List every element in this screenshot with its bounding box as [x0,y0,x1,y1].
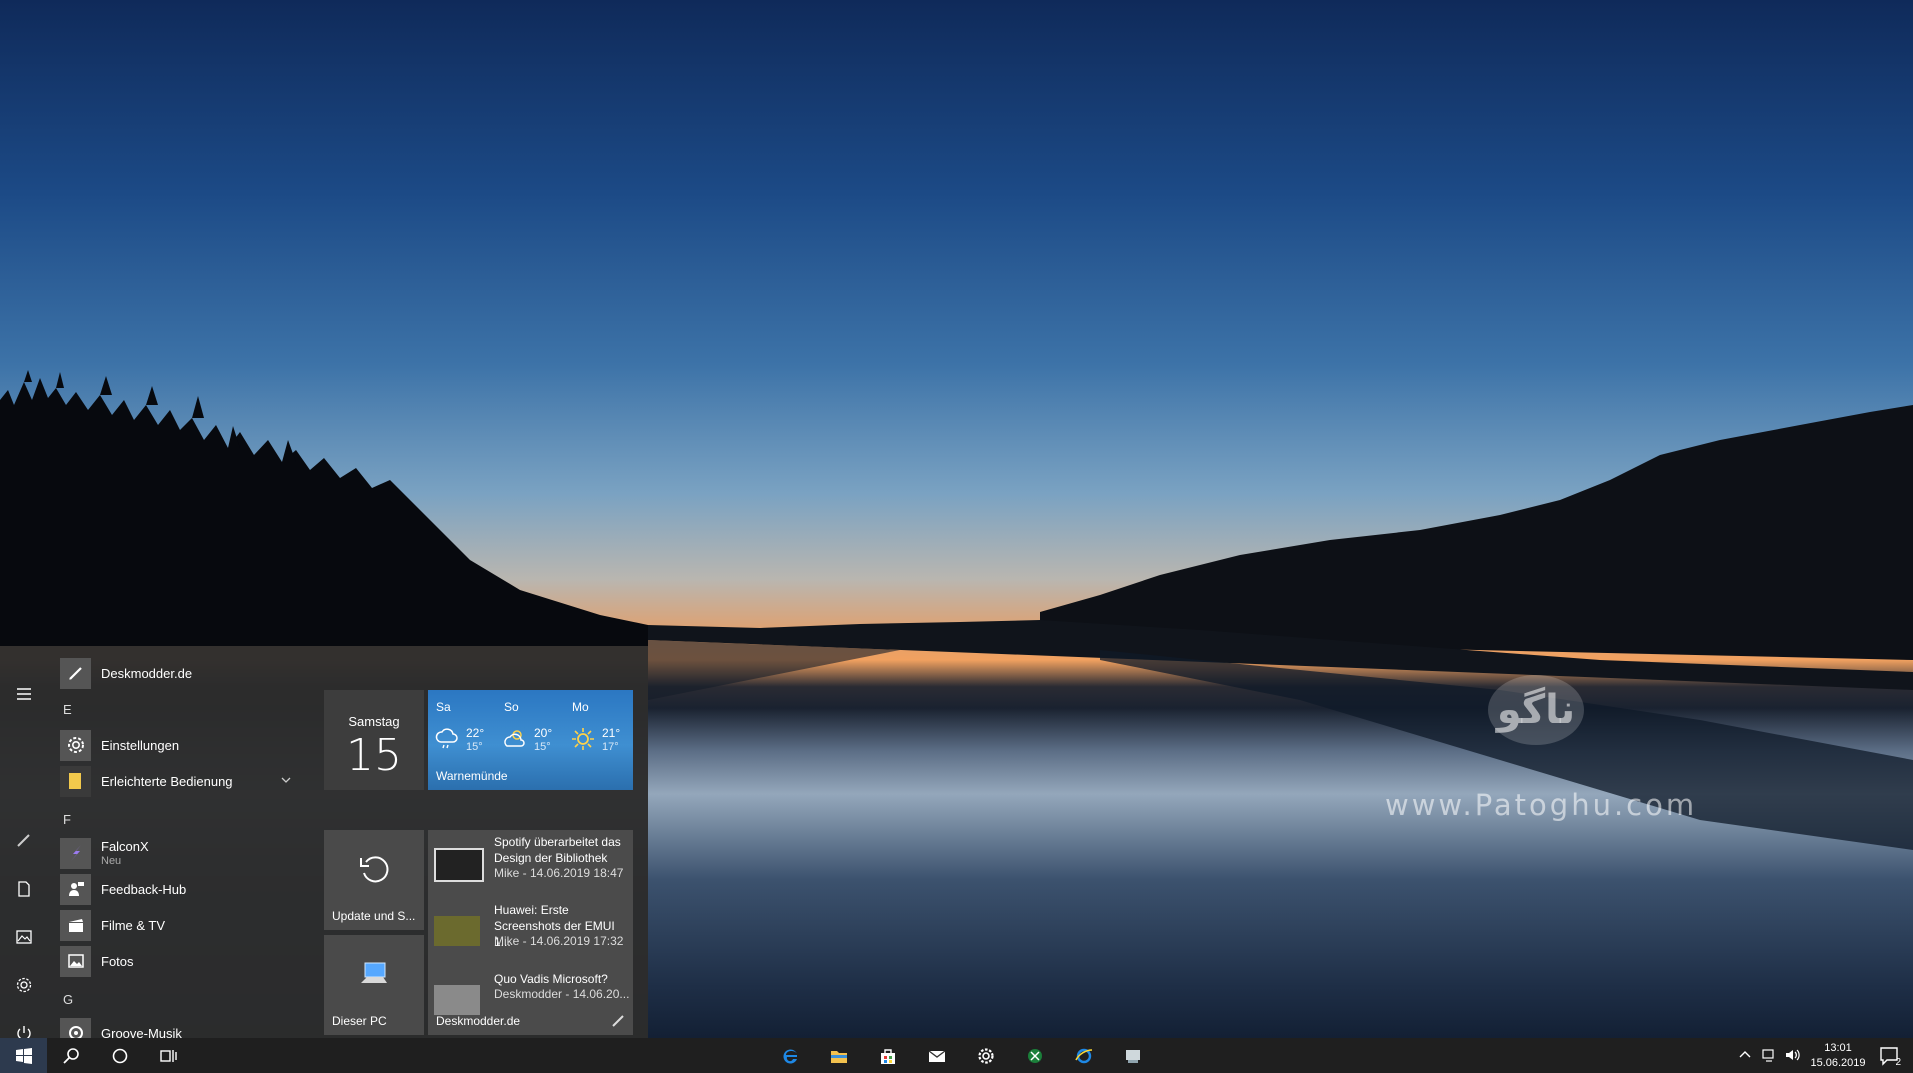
news-thumbnail [434,848,484,882]
settings-gear-icon[interactable] [0,965,48,1005]
weather-high: 20° [534,726,553,740]
this-pc-label: Dieser PC [332,1014,387,1028]
calendar-day: Samstag [348,714,400,729]
chevron-up-icon[interactable] [1737,1047,1753,1063]
weather-low: 17° [602,741,619,753]
letter-header-g[interactable]: G [63,992,73,1007]
app-item-filme-tv[interactable]: Filme & TV [60,907,310,943]
clock-date: 15.06.2019 [1810,1057,1866,1069]
volume-icon[interactable] [1784,1047,1800,1063]
photos-icon [60,945,91,977]
letter-header-f[interactable]: F [63,812,71,827]
weather-tile[interactable]: Sa 22° 15° So 20° 15° Mo 21° 17° Warnemü… [428,690,633,790]
app-label: Einstellungen [101,737,180,753]
app-item-groove-musik[interactable]: Groove-Musik [60,1015,310,1038]
app-item-fotos[interactable]: Fotos [60,943,310,979]
news-meta: Mike - 14.06.2019 18:47 [494,866,624,880]
film-icon [60,909,91,941]
news-title: Spotify überarbeitet das Design der Bibl… [494,835,621,865]
partly-cloudy-icon [504,730,525,747]
this-pc-tile[interactable]: Dieser PC [324,935,424,1035]
app-label: Deskmodder.de [101,665,193,681]
app-label: Feedback-Hub [101,881,187,897]
folder-icon [60,765,91,797]
news-source: Deskmodder.de [436,1014,521,1028]
app-label: Erleichterte Bedienung [101,773,233,789]
chevron-down-icon[interactable] [280,774,292,786]
news-meta: Mike - 14.06.2019 17:32 [494,934,624,948]
pictures-icon[interactable] [0,917,48,957]
file-explorer-icon[interactable] [815,1038,862,1073]
start-menu: Deskmodder.de E Einstellungen Erleichter… [0,646,648,1041]
settings-icon[interactable] [962,1038,1009,1073]
internet-explorer-icon[interactable] [1060,1038,1107,1073]
search-icon[interactable] [48,1038,95,1073]
app-label: Filme & TV [101,917,166,933]
app-label: FalconX [101,839,149,854]
letter-header-e[interactable]: E [63,702,72,717]
watermark-url: www.Patoghu.com [1385,788,1698,822]
taskbar: 13:01 15.06.2019 2 [0,1038,1913,1073]
pen-icon [612,1015,624,1027]
weather-day-name: So [504,700,519,714]
sun-icon [572,728,594,750]
update-tile-label: Update und S... [332,909,416,923]
app-list: Deskmodder.de E Einstellungen Erleichter… [60,646,310,1038]
cloud-rain-icon [435,728,458,749]
app-label: Fotos [101,953,134,969]
app-item-falconx[interactable]: FalconX Neu [60,835,310,871]
news-item[interactable]: Huawei: Erste Screenshots der EMUI 1... … [434,902,630,960]
news-tile[interactable]: Spotify überarbeitet das Design der Bibl… [428,830,633,1035]
news-title: Quo Vadis Microsoft? [494,972,608,986]
clock-time: 13:01 [1824,1042,1852,1054]
weather-low: 15° [534,741,551,753]
hamburger-menu-icon[interactable] [0,674,48,714]
pen-icon[interactable] [0,820,48,860]
falcon-icon [60,837,91,869]
update-tile[interactable]: Update und S... [324,830,424,930]
app-icon[interactable] [1109,1038,1156,1073]
windows-start-icon[interactable] [0,1038,47,1073]
calendar-date: 15 [346,730,402,781]
weather-high: 22° [466,726,485,740]
gear-icon [60,729,91,761]
edge-icon[interactable] [766,1038,813,1073]
feedback-icon [60,873,91,905]
weather-day-name: Sa [436,700,451,714]
notification-count: 2 [1895,1057,1901,1068]
weather-day-name: Mo [572,700,589,714]
mail-icon[interactable] [913,1038,960,1073]
cortana-icon[interactable] [96,1038,143,1073]
new-badge: Neu [101,855,122,867]
news-thumbnail [434,985,480,1015]
taskbar-clock[interactable]: 13:01 15.06.2019 [1800,1041,1876,1071]
update-refresh-icon [360,856,389,883]
weather-high: 21° [602,726,621,740]
weather-low: 15° [466,741,483,753]
news-item[interactable]: Spotify überarbeitet das Design der Bibl… [434,834,630,892]
notification-center-icon[interactable]: 2 [1878,1044,1902,1068]
calendar-tile[interactable]: Samstag 15 [324,690,424,790]
app-item-erleichterte-bedienung[interactable]: Erleichterte Bedienung [60,763,310,799]
computer-icon [361,962,387,983]
news-meta: Deskmodder - 14.06.20... [494,987,630,1001]
network-icon[interactable] [1761,1047,1777,1063]
music-icon [60,1017,91,1038]
app-item-feedback-hub[interactable]: Feedback-Hub [60,871,310,907]
news-thumbnail [434,916,480,946]
start-rail [0,646,48,1041]
app-item-einstellungen[interactable]: Einstellungen [60,727,310,763]
weather-location: Warnemünde [436,769,508,783]
pen-icon [60,657,91,689]
task-view-icon[interactable] [144,1038,191,1073]
store-icon[interactable] [864,1038,911,1073]
app-label: Groove-Musik [101,1025,182,1039]
watermark-logo: ناگو [1488,675,1584,745]
document-icon[interactable] [0,869,48,909]
app-item-deskmodder[interactable]: Deskmodder.de [60,655,310,691]
xbox-icon[interactable] [1011,1038,1058,1073]
